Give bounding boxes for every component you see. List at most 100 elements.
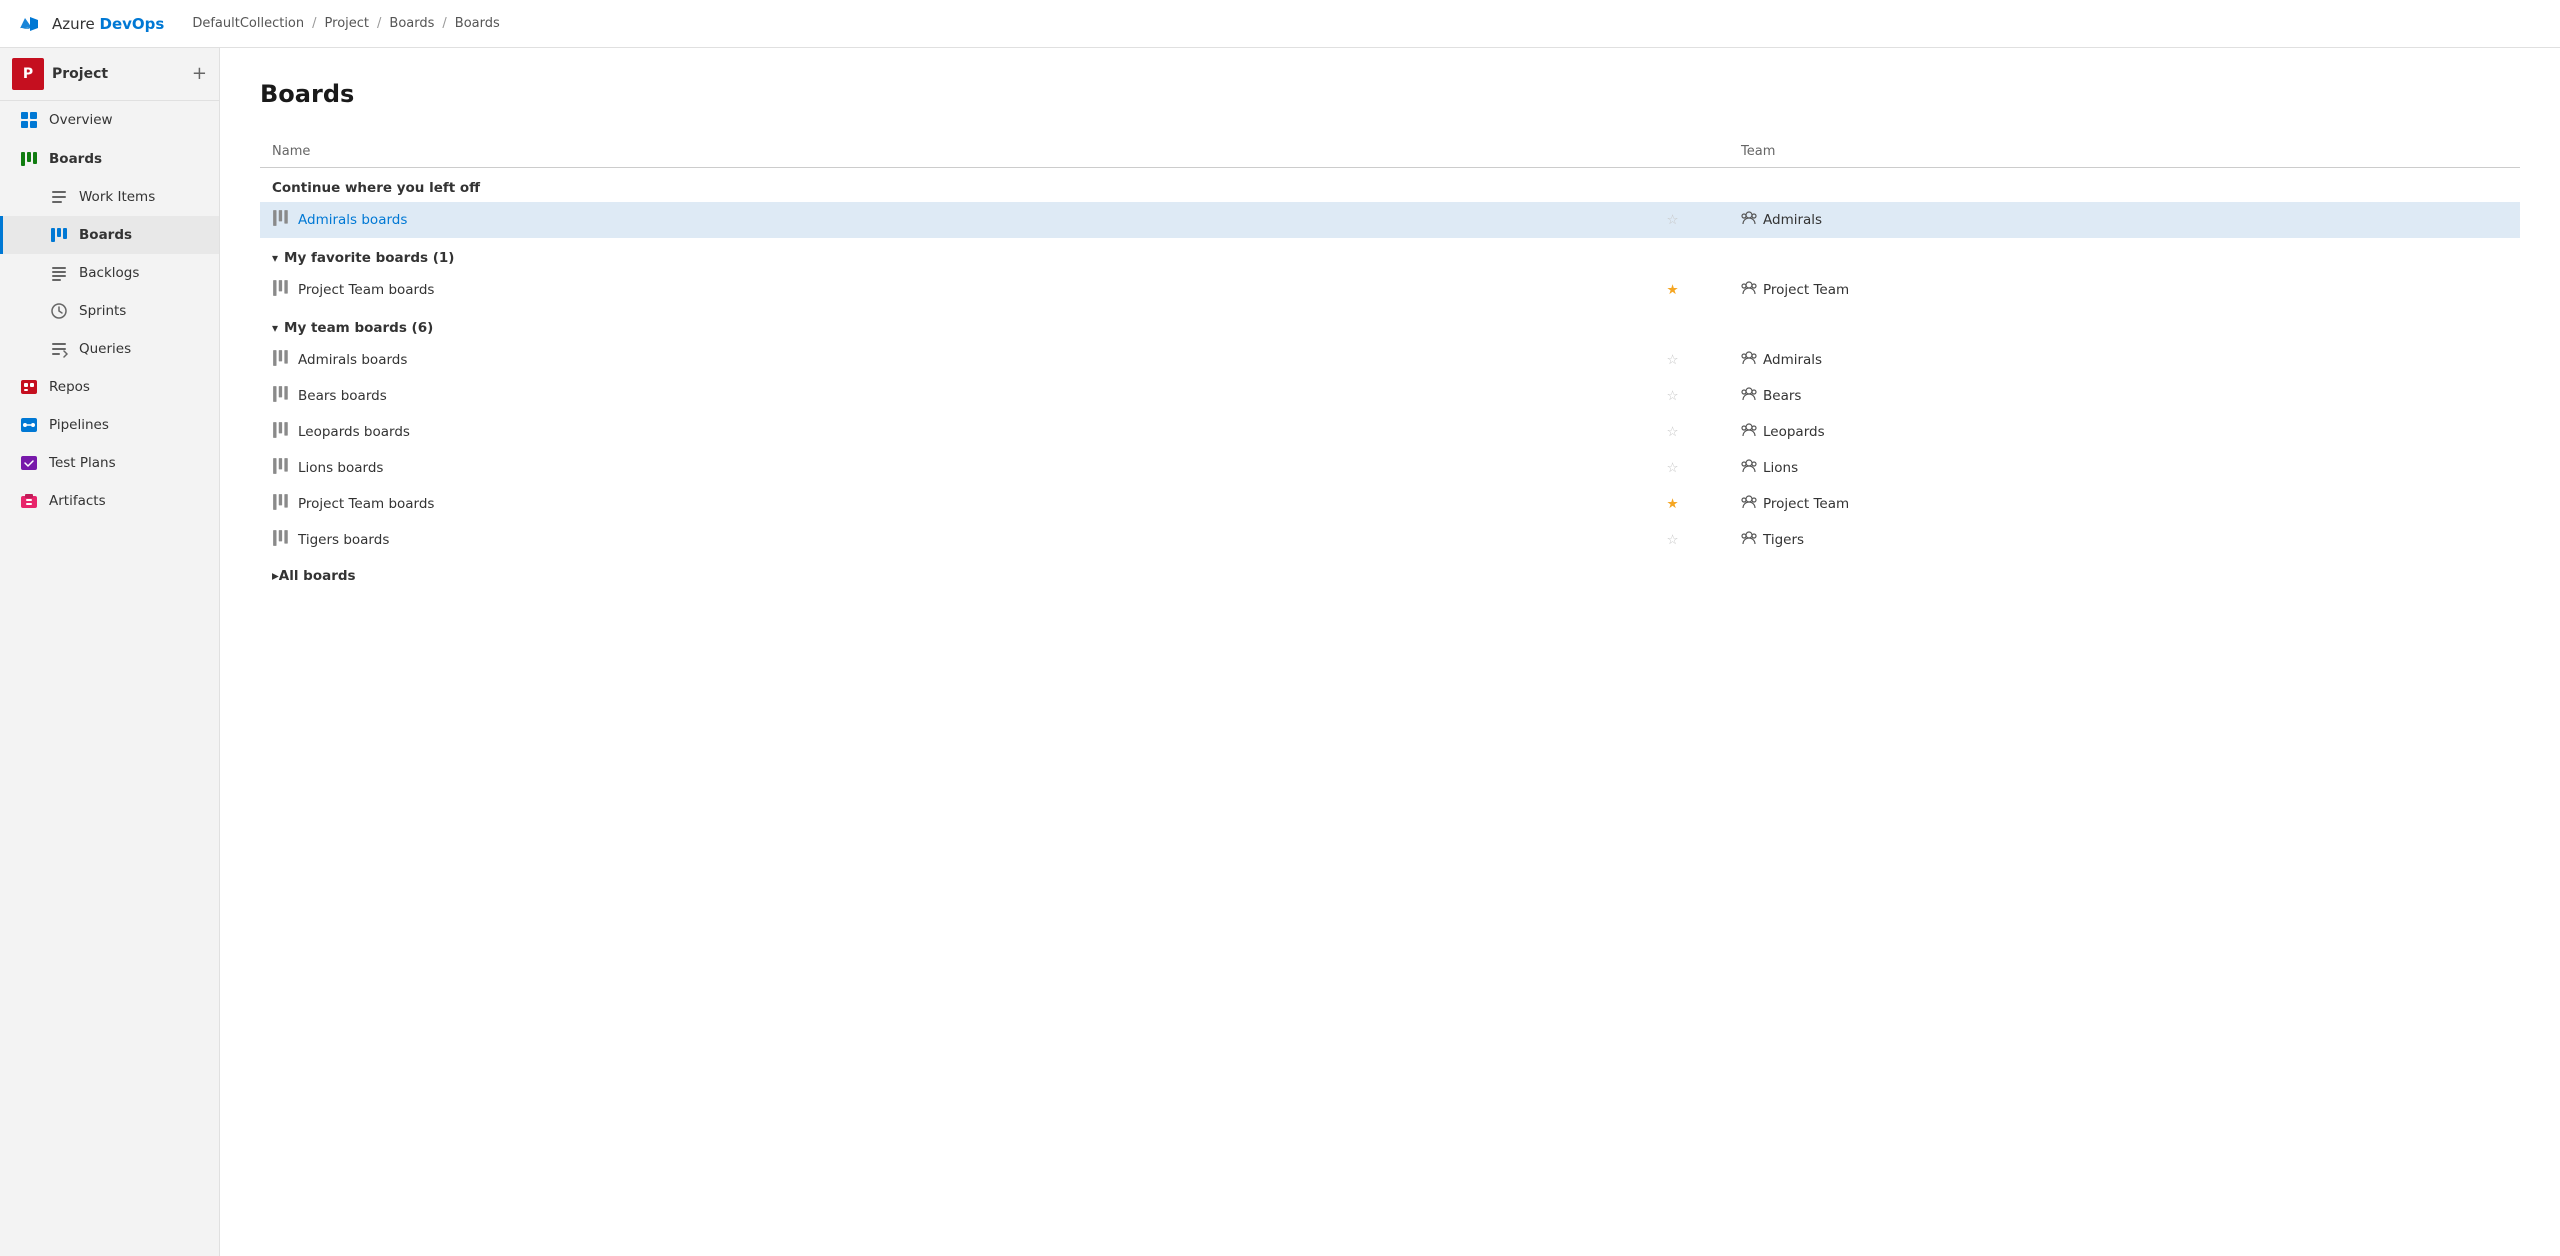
breadcrumb: DefaultCollection / Project / Boards / B… xyxy=(192,16,499,31)
layout: P Project + Overview Boards xyxy=(0,48,2560,1256)
section-header-row[interactable]: ▾My favorite boards (1) xyxy=(260,238,2520,272)
azure-devops-logo-icon xyxy=(16,10,44,38)
team-name: Lions xyxy=(1763,460,1798,476)
board-name-text: Leopards boards xyxy=(298,424,410,440)
work-items-icon xyxy=(49,187,69,207)
board-grid-icon xyxy=(272,529,290,551)
board-grid-icon xyxy=(272,385,290,407)
boards-table: Name Team Continue where you left off Ad… xyxy=(260,136,2520,594)
test-plans-icon xyxy=(19,453,39,473)
board-grid-icon xyxy=(272,209,290,231)
team-name: Bears xyxy=(1763,388,1801,404)
board-name-cell: Project Team boards xyxy=(272,279,1604,301)
boards-icon xyxy=(49,225,69,245)
star-empty-icon: ☆ xyxy=(1666,460,1678,476)
breadcrumb-sep-3: / xyxy=(442,16,446,31)
team-name: Project Team xyxy=(1763,496,1849,512)
table-row[interactable]: Admirals boards ☆ Admirals xyxy=(260,202,2520,238)
sidebar-section-boards[interactable]: Boards xyxy=(0,139,219,178)
star-button[interactable]: ☆ xyxy=(1616,450,1729,486)
board-name-cell: Leopards boards xyxy=(272,421,1604,443)
board-name-cell: Tigers boards xyxy=(272,529,1604,551)
table-row[interactable]: Bears boards ☆ Bears xyxy=(260,378,2520,414)
sidebar-item-boards-label: Boards xyxy=(79,227,132,243)
team-name: Admirals xyxy=(1763,352,1822,368)
section-header-row[interactable]: ▾My team boards (6) xyxy=(260,308,2520,342)
sidebar-item-sprints-label: Sprints xyxy=(79,303,126,319)
app-logo[interactable]: Azure DevOps xyxy=(16,10,164,38)
table-row[interactable]: Tigers boards ☆ Tigers xyxy=(260,522,2520,558)
star-empty-icon: ☆ xyxy=(1666,352,1678,368)
sidebar-item-queries-label: Queries xyxy=(79,341,131,357)
sidebar-item-pipelines[interactable]: Pipelines xyxy=(0,406,219,444)
star-empty-icon: ☆ xyxy=(1666,212,1678,228)
table-row[interactable]: Leopards boards ☆ Leopards xyxy=(260,414,2520,450)
sidebar-item-backlogs[interactable]: Backlogs xyxy=(0,254,219,292)
sidebar-item-overview[interactable]: Overview xyxy=(0,101,219,139)
board-name-text: Project Team boards xyxy=(298,496,434,512)
board-grid-icon xyxy=(272,349,290,371)
star-button[interactable]: ☆ xyxy=(1616,522,1729,558)
star-button[interactable]: ☆ xyxy=(1616,342,1729,378)
collapse-chevron[interactable]: ▾ xyxy=(272,251,278,265)
sidebar-item-repos[interactable]: Repos xyxy=(0,368,219,406)
breadcrumb-item-2[interactable]: Project xyxy=(325,16,369,31)
sidebar-item-boards[interactable]: Boards xyxy=(0,216,219,254)
team-icon xyxy=(1741,280,1757,300)
sidebar-item-test-plans-label: Test Plans xyxy=(49,455,116,471)
breadcrumb-item-1[interactable]: DefaultCollection xyxy=(192,16,304,31)
star-button[interactable]: ★ xyxy=(1616,272,1729,308)
board-name-cell: Admirals boards xyxy=(272,209,1604,231)
board-grid-icon xyxy=(272,493,290,515)
queries-icon xyxy=(49,339,69,359)
sidebar-item-work-items-label: Work Items xyxy=(79,189,155,205)
board-name-link[interactable]: Admirals boards xyxy=(298,212,407,228)
team-cell: Admirals xyxy=(1741,210,2508,230)
board-name-cell: Bears boards xyxy=(272,385,1604,407)
collapse-chevron[interactable]: ▾ xyxy=(272,321,278,335)
table-row[interactable]: Project Team boards ★ Project Team xyxy=(260,272,2520,308)
add-project-button[interactable]: + xyxy=(192,65,207,83)
star-button[interactable]: ☆ xyxy=(1616,414,1729,450)
star-button[interactable]: ☆ xyxy=(1616,202,1729,238)
sidebar: P Project + Overview Boards xyxy=(0,48,220,1256)
sidebar-item-work-items[interactable]: Work Items xyxy=(0,178,219,216)
sidebar-item-pipelines-label: Pipelines xyxy=(49,417,109,433)
col-star-header xyxy=(1616,136,1729,168)
board-name-text: Bears boards xyxy=(298,388,387,404)
table-row[interactable]: Lions boards ☆ Lions xyxy=(260,450,2520,486)
artifacts-icon xyxy=(19,491,39,511)
sprints-icon xyxy=(49,301,69,321)
star-filled-icon: ★ xyxy=(1666,496,1678,512)
topbar: Azure DevOps DefaultCollection / Project… xyxy=(0,0,2560,48)
star-empty-icon: ☆ xyxy=(1666,424,1678,440)
board-name-text: Tigers boards xyxy=(298,532,389,548)
star-button[interactable]: ☆ xyxy=(1616,378,1729,414)
sidebar-item-queries[interactable]: Queries xyxy=(0,330,219,368)
sidebar-item-backlogs-label: Backlogs xyxy=(79,265,139,281)
all-boards-section-row[interactable]: ▸All boards xyxy=(260,558,2520,594)
breadcrumb-item-3[interactable]: Boards xyxy=(389,16,434,31)
board-grid-icon xyxy=(272,421,290,443)
sidebar-item-artifacts[interactable]: Artifacts xyxy=(0,482,219,520)
team-name: Admirals xyxy=(1763,212,1822,228)
table-row[interactable]: Admirals boards ☆ Admirals xyxy=(260,342,2520,378)
expand-all-chevron[interactable]: ▸ xyxy=(272,568,279,584)
sidebar-item-overview-label: Overview xyxy=(49,112,113,128)
app-name: Azure DevOps xyxy=(52,15,164,33)
table-row[interactable]: Project Team boards ★ Project Team xyxy=(260,486,2520,522)
pipelines-icon xyxy=(19,415,39,435)
col-team-header: Team xyxy=(1729,136,2520,168)
boards-section-icon xyxy=(19,149,39,169)
sidebar-item-test-plans[interactable]: Test Plans xyxy=(0,444,219,482)
repos-icon xyxy=(19,377,39,397)
star-empty-icon: ☆ xyxy=(1666,532,1678,548)
backlogs-icon xyxy=(49,263,69,283)
col-name-header: Name xyxy=(260,136,1616,168)
board-name-text: Admirals boards xyxy=(298,352,407,368)
star-button[interactable]: ★ xyxy=(1616,486,1729,522)
sidebar-item-sprints[interactable]: Sprints xyxy=(0,292,219,330)
team-cell: Tigers xyxy=(1741,530,2508,550)
team-cell: Bears xyxy=(1741,386,2508,406)
sidebar-project[interactable]: P Project + xyxy=(0,48,219,101)
